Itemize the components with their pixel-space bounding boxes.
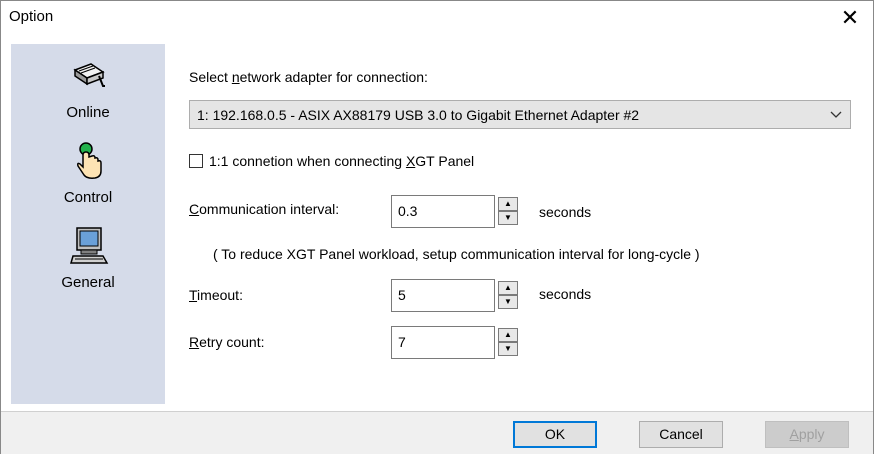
interval-spinner: ▲ ▼	[495, 195, 521, 228]
interval-input[interactable]: 0.3	[391, 195, 495, 228]
timeout-label: Timeout:	[189, 287, 243, 303]
close-button[interactable]: ✕	[827, 1, 873, 34]
timeout-up-button[interactable]: ▲	[498, 281, 518, 295]
timeout-spinner: ▲ ▼	[495, 279, 521, 312]
option-dialog: Option ✕ Online Control General Select n…	[0, 0, 874, 454]
timeout-input[interactable]: 5	[391, 279, 495, 312]
retry-input[interactable]: 7	[391, 326, 495, 359]
interval-down-button[interactable]: ▼	[498, 211, 518, 225]
sidebar-item-label: General	[61, 274, 115, 291]
retry-spinner: ▲ ▼	[495, 326, 521, 359]
retry-label: Retry count:	[189, 334, 265, 350]
mnemonic: C	[189, 201, 200, 217]
adapter-label: Select network adapter for connection:	[189, 69, 428, 85]
sidebar-item-label: Control	[63, 189, 113, 206]
computer-icon	[69, 226, 109, 266]
up-arrow-icon: ▲	[504, 283, 512, 292]
ok-button[interactable]: OK	[513, 421, 597, 448]
mnemonic: T	[189, 287, 198, 303]
sidebar-item-online[interactable]: Online	[11, 56, 165, 136]
down-arrow-icon: ▼	[504, 344, 512, 353]
apply-button[interactable]: Apply	[765, 421, 849, 448]
mnemonic: A	[789, 426, 799, 442]
chevron-down-icon	[830, 105, 842, 128]
retry-down-button[interactable]: ▼	[498, 342, 518, 356]
retry-up-button[interactable]: ▲	[498, 328, 518, 342]
mnemonic: R	[189, 334, 200, 350]
close-icon: ✕	[840, 4, 860, 30]
network-connector-icon	[69, 56, 109, 96]
network-adapter-select[interactable]: 1: 192.168.0.5 - ASIX AX88179 USB 3.0 to…	[189, 100, 851, 129]
sidebar-item-general[interactable]: General	[11, 226, 165, 306]
hand-pointer-icon	[69, 141, 109, 181]
dialog-footer: OK Cancel Apply	[1, 411, 873, 454]
mnemonic: X	[405, 153, 416, 169]
sidebar-item-label: Online	[66, 104, 110, 121]
dialog-title: Option	[9, 8, 54, 25]
selected-adapter: 1: 192.168.0.5 - ASIX AX88179 USB 3.0 to…	[197, 107, 640, 123]
online-settings-panel: Select network adapter for connection: 1…	[165, 44, 865, 404]
xgt-panel-label[interactable]: 1:1 connetion when connecting XGT Panel	[209, 153, 474, 169]
up-arrow-icon: ▲	[504, 330, 512, 339]
sidebar-item-control[interactable]: Control	[11, 141, 165, 221]
mnemonic: n	[231, 69, 240, 85]
cancel-button[interactable]: Cancel	[639, 421, 723, 448]
interval-note: ( To reduce XGT Panel workload, setup co…	[213, 246, 700, 262]
xgt-panel-checkbox[interactable]	[189, 154, 203, 168]
title-bar: Option ✕	[1, 1, 873, 34]
up-arrow-icon: ▲	[504, 199, 512, 208]
timeout-down-button[interactable]: ▼	[498, 295, 518, 309]
interval-label: Communication interval:	[189, 201, 340, 217]
interval-up-button[interactable]: ▲	[498, 197, 518, 211]
interval-unit: seconds	[539, 204, 592, 220]
option-sidebar: Online Control General	[11, 44, 165, 404]
timeout-unit: seconds	[539, 286, 592, 302]
down-arrow-icon: ▼	[504, 213, 512, 222]
down-arrow-icon: ▼	[504, 297, 512, 306]
